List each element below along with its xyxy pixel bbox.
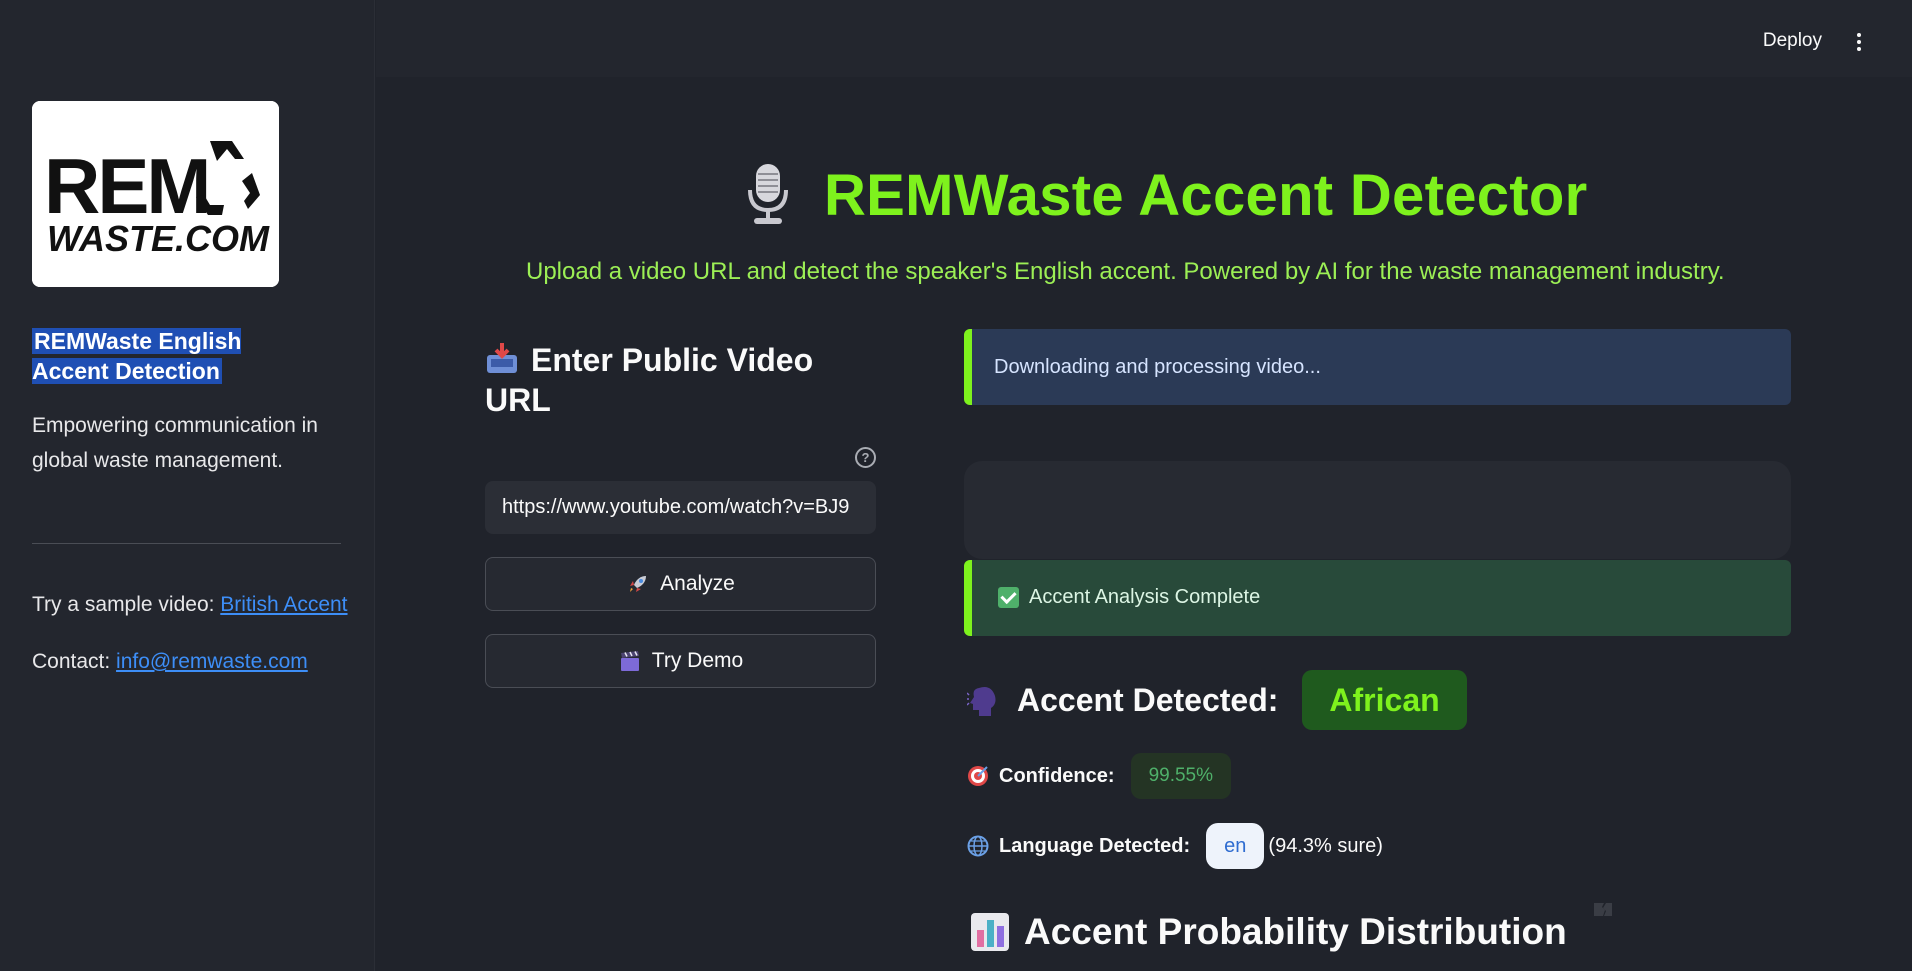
broken-image-icon: [1594, 903, 1612, 916]
contact-line: Contact: info@remwaste.com: [32, 650, 308, 674]
logo-text-domain: WASTE.COM: [47, 218, 270, 259]
sample-video-line: Try a sample video: British Accent: [32, 593, 348, 617]
speaking-head-icon: [967, 687, 996, 716]
language-code-badge: en: [1206, 823, 1265, 869]
url-section-title: Enter Public Video URL: [485, 340, 815, 420]
status-info-text: Downloading and processing video...: [994, 356, 1321, 378]
sample-video-label: Try a sample video:: [32, 593, 221, 616]
logo-icon: REM WASTE.COM: [32, 101, 279, 287]
contact-label: Contact:: [32, 650, 117, 673]
accent-detected-label: Accent Detected:: [1017, 681, 1279, 718]
globe-icon: [967, 835, 989, 857]
sidebar-title: REMWaste English Accent Detection: [32, 326, 322, 386]
british-accent-link[interactable]: British Accent: [220, 593, 347, 616]
success-accent-bar: [964, 560, 972, 636]
top-header: Deploy: [376, 0, 1912, 77]
try-demo-button-label: Try Demo: [651, 649, 744, 672]
distribution-section-title: Accent Probability Distribution: [970, 908, 1567, 956]
page-title-row: REMWaste Accent Detector: [740, 160, 1588, 230]
status-success-alert: Accent Analysis Complete: [964, 560, 1791, 636]
page-subtitle: Upload a video URL and detect the speake…: [526, 258, 1725, 285]
confidence-row: Confidence: 99.55%: [967, 753, 1232, 799]
url-section-title-text: Enter Public Video URL: [485, 342, 814, 418]
distribution-title-text: Accent Probability Distribution: [1024, 911, 1567, 952]
confidence-label: Confidence:: [999, 764, 1115, 787]
status-info-alert: Downloading and processing video...: [964, 329, 1791, 405]
status-success-content: Accent Analysis Complete: [998, 586, 1260, 609]
video-url-input[interactable]: https://www.youtube.com/watch?v=BJ9: [485, 481, 876, 534]
inbox-tray-icon: [487, 343, 517, 373]
empty-result-card: [964, 461, 1791, 559]
accent-value-badge: African: [1302, 670, 1467, 730]
sidebar-divider: [32, 543, 341, 544]
check-mark-icon: [998, 587, 1019, 608]
language-row: Language Detected: en (94.3% sure): [967, 823, 1383, 869]
language-confidence-text: (94.3% sure): [1268, 834, 1383, 857]
target-icon: [968, 766, 988, 786]
logo-text-rem: REM: [44, 142, 208, 230]
status-success-text: Accent Analysis Complete: [1029, 586, 1261, 608]
bar-chart-icon: [971, 913, 1009, 951]
info-accent-bar: [964, 329, 972, 405]
page-title: REMWaste Accent Detector: [824, 162, 1588, 228]
sidebar-title-text: REMWaste English Accent Detection: [32, 328, 242, 384]
analyze-button[interactable]: Analyze: [485, 557, 876, 611]
microphone-icon: [748, 164, 788, 224]
try-demo-button[interactable]: Try Demo: [485, 634, 876, 688]
question-circle-icon[interactable]: ?: [855, 447, 876, 468]
sidebar-description: Empowering communication in global waste…: [32, 414, 318, 472]
kebab-menu-icon[interactable]: [1856, 33, 1862, 53]
analyze-button-label: Analyze: [660, 572, 735, 595]
language-label: Language Detected:: [999, 834, 1191, 857]
confidence-value: 99.55%: [1130, 753, 1232, 799]
accent-detected-row: Accent Detected: African: [967, 670, 1467, 730]
clapper-board-icon: [620, 651, 639, 671]
remwaste-logo: REM WASTE.COM: [32, 101, 279, 287]
rocket-icon: [630, 576, 647, 592]
contact-email-link[interactable]: info@remwaste.com: [116, 650, 308, 673]
deploy-button[interactable]: Deploy: [1763, 30, 1822, 52]
sidebar: REM WASTE.COM REMWaste English Accent De…: [0, 0, 375, 971]
